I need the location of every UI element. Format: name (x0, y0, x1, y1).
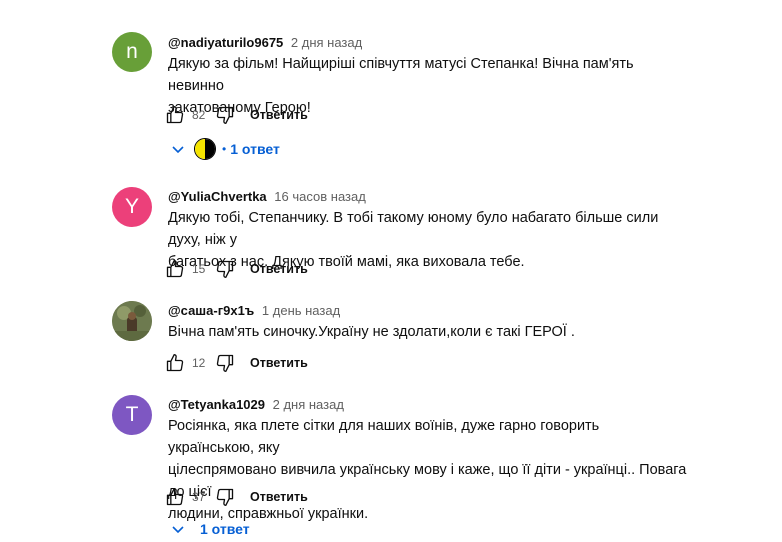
reply-button[interactable]: Ответить (250, 490, 308, 504)
comment-actions: 15 Ответить (164, 257, 308, 281)
dislike-icon[interactable] (214, 258, 236, 280)
comment-author[interactable]: @YuliaChvertka (168, 189, 267, 204)
comment-text-line: Росіянка, яка плете сітки для наших воїн… (168, 418, 600, 456)
like-icon[interactable] (164, 258, 186, 280)
avatar-letter: Y (124, 195, 139, 218)
replies-toggle[interactable]: 1 ответ (170, 516, 250, 542)
avatar[interactable]: Y (112, 187, 152, 227)
comment-actions: 37 Ответить (164, 485, 308, 509)
avatar-half-yellow (195, 139, 205, 159)
comment-author[interactable]: @Tetyanka1029 (168, 397, 265, 412)
replies-toggle[interactable]: • 1 ответ (170, 136, 280, 162)
reply-button[interactable]: Ответить (250, 108, 308, 122)
avatar-half-black (205, 139, 215, 159)
comment-text-line: Дякую тобі, Степанчику. В тобі такому юн… (168, 210, 659, 248)
comment-time[interactable]: 16 часов назад (274, 189, 366, 204)
comment-author[interactable]: @саша-г9х1ъ (168, 303, 254, 318)
comment-header: @nadiyaturilo9675 2 дня назад (168, 35, 362, 50)
comment-actions: 82 Ответить (164, 103, 308, 127)
comment-time[interactable]: 2 дня назад (273, 397, 344, 412)
comment-header: @Tetyanka1029 2 дня назад (168, 397, 344, 412)
reply-button[interactable]: Ответить (250, 356, 308, 370)
comment-text-line: Вічна пам'ять синочку.Україну не здолати… (168, 324, 575, 340)
like-count: 12 (192, 356, 206, 370)
chevron-down-icon (170, 520, 188, 538)
comment-text-line: Дякую за фільм! Найщиріші співчуття мату… (168, 56, 634, 94)
like-icon[interactable] (164, 104, 186, 126)
avatar[interactable]: n (112, 32, 152, 72)
reply-avatar (194, 138, 216, 160)
comment-actions: 12 Ответить (164, 351, 308, 375)
comment-author[interactable]: @nadiyaturilo9675 (168, 35, 283, 50)
reply-button[interactable]: Ответить (250, 262, 308, 276)
like-count: 15 (192, 262, 206, 276)
chevron-down-icon (170, 140, 188, 158)
replies-count[interactable]: 1 ответ (230, 141, 280, 157)
avatar-letter: T (125, 403, 139, 426)
comment-header: @YuliaChvertka 16 часов назад (168, 189, 366, 204)
avatar[interactable]: T (112, 395, 152, 435)
like-icon[interactable] (164, 486, 186, 508)
comment-text: Вічна пам'ять синочку.Україну не здолати… (168, 321, 688, 343)
dislike-icon[interactable] (214, 104, 236, 126)
avatar-letter: n (126, 40, 138, 63)
separator-dot: • (222, 142, 227, 156)
dislike-icon[interactable] (214, 352, 236, 374)
dislike-icon[interactable] (214, 486, 236, 508)
avatar[interactable] (112, 301, 152, 341)
like-count: 82 (192, 108, 206, 122)
replies-count[interactable]: 1 ответ (200, 521, 250, 537)
comment-time[interactable]: 2 дня назад (291, 35, 362, 50)
like-icon[interactable] (164, 352, 186, 374)
avatar-photo-image (112, 301, 152, 341)
like-count: 37 (192, 490, 206, 504)
comment-header: @саша-г9х1ъ 1 день назад (168, 303, 340, 318)
comment-time[interactable]: 1 день назад (262, 303, 340, 318)
